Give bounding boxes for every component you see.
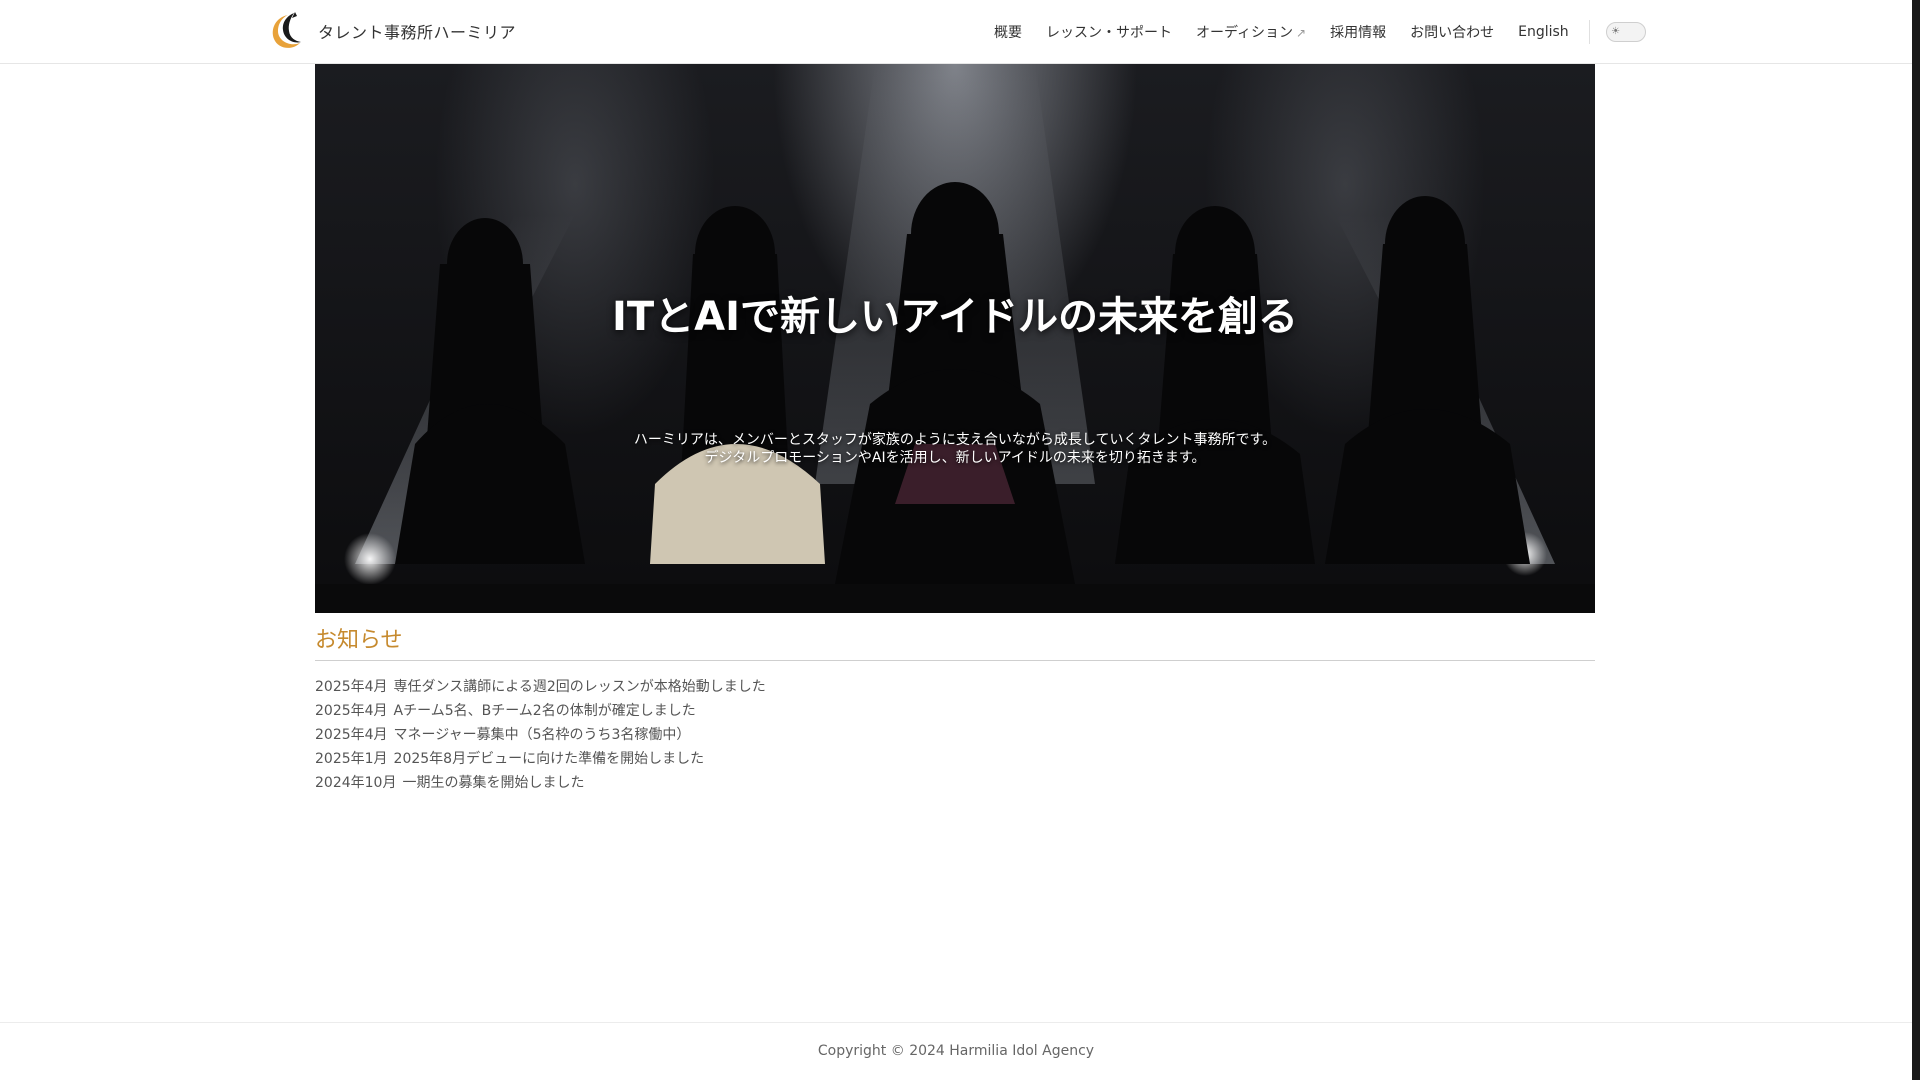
main-nav: 概要 レッスン・サポート オーディション ↗ 採用情報 お問い合わせ Englis… [994, 0, 1646, 64]
hero-title: ITとAIで新しいアイドルの未来を創る [611, 294, 1298, 340]
site-footer: Copyright © 2024 Harmilia Idol Agency [0, 1022, 1912, 1081]
news-item: 2024年10月 一期生の募集を開始しました [315, 771, 1595, 795]
news-list: 2025年4月 専任ダンス講師による週2回のレッスンが本格始動しました 2025年… [315, 675, 1595, 795]
external-link-icon: ↗ [1296, 26, 1307, 40]
hero-banner: ITとAIで新しいアイドルの未来を創る ハーミリアは、メンバーとスタッフが家族の… [315, 64, 1595, 613]
brand-name: タレント事務所ハーミリア [318, 23, 517, 42]
page-scrollbar[interactable] [1912, 0, 1920, 1080]
hero-subtitle: ハーミリアは、メンバーとスタッフが家族のように支え合いながら成長していくタレント… [315, 431, 1595, 467]
site-header: タレント事務所ハーミリア 概要 レッスン・サポート オーディション ↗ 採用情報 … [0, 0, 1912, 64]
news-text: 一期生の募集を開始しました [402, 775, 585, 791]
nav-item-recruit[interactable]: 採用情報 [1330, 22, 1386, 42]
crescent-logo-icon [272, 12, 301, 48]
nav-item-english[interactable]: English [1518, 24, 1569, 40]
nav-divider [1588, 20, 1590, 44]
hero-subtitle-line-2: デジタルプロモーションやAIを活用し、新しいアイドルの未来を切り拓きます。 [704, 450, 1206, 466]
nav-item-lessons-support[interactable]: レッスン・サポート [1046, 22, 1172, 42]
nav-item-audition[interactable]: オーディション ↗ [1196, 22, 1306, 42]
news-text: Aチーム5名、Bチーム2名の体制が確定しました [393, 703, 696, 719]
brand-link[interactable]: タレント事務所ハーミリア [268, 10, 516, 52]
news-date: 2024年10月 [315, 775, 397, 791]
copyright-text: Copyright © 2024 Harmilia Idol Agency [817, 1043, 1095, 1059]
nav-item-overview[interactable]: 概要 [994, 22, 1022, 42]
news-date: 2025年1月 [315, 751, 388, 767]
news-title: お知らせ [315, 622, 1595, 661]
hero-subtitle-line-1: ハーミリアは、メンバーとスタッフが家族のように支え合いながら成長していくタレント… [633, 432, 1277, 448]
news-text: 2025年8月デビューに向けた準備を開始しました [393, 751, 705, 767]
news-item: 2025年4月 マネージャー募集中（5名枠のうち3名稼働中） [315, 723, 1595, 747]
news-section: お知らせ 2025年4月 専任ダンス講師による週2回のレッスンが本格始動しました … [315, 622, 1595, 795]
news-item: 2025年4月 専任ダンス講師による週2回のレッスンが本格始動しました [315, 675, 1595, 699]
news-date: 2025年4月 [315, 703, 388, 719]
news-date: 2025年4月 [315, 679, 388, 695]
news-text: 専任ダンス講師による週2回のレッスンが本格始動しました [393, 679, 766, 695]
news-text: マネージャー募集中（5名枠のうち3名稼働中） [393, 727, 691, 743]
sun-icon: ☀ [1611, 26, 1621, 37]
news-item: 2025年4月 Aチーム5名、Bチーム2名の体制が確定しました [315, 699, 1595, 723]
news-item: 2025年1月 2025年8月デビューに向けた準備を開始しました [315, 747, 1595, 771]
nav-item-audition-label: オーディション [1196, 25, 1294, 41]
news-date: 2025年4月 [315, 727, 388, 743]
theme-toggle[interactable]: ☀ [1605, 22, 1646, 42]
nav-item-contact[interactable]: お問い合わせ [1410, 22, 1494, 42]
